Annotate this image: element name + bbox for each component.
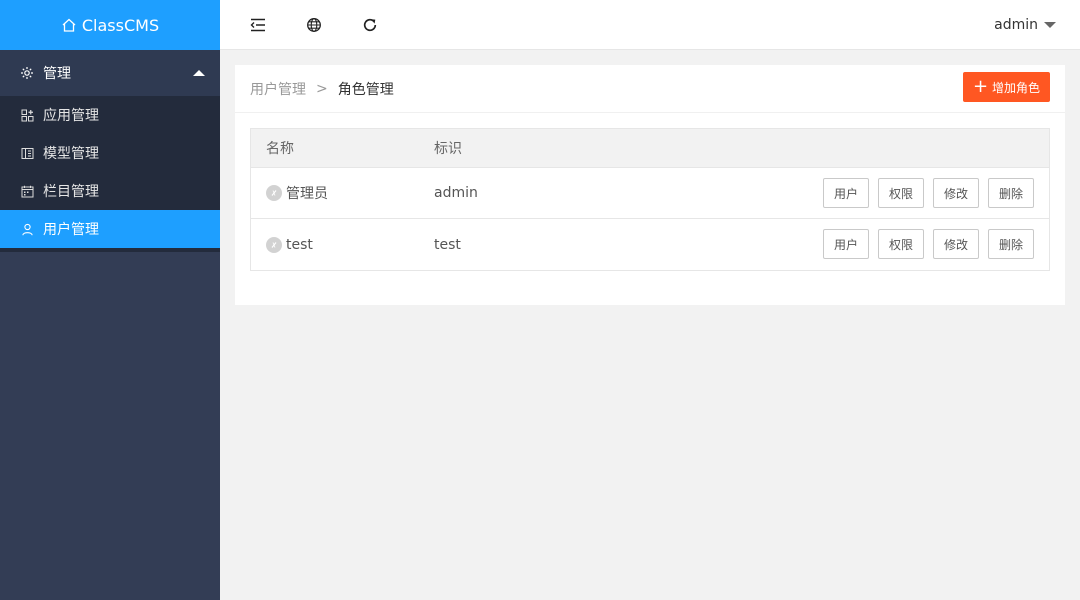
roles-table: 名称 标识 管理员 admin 用户 权限 修改 删除 test test 用户… [250, 128, 1050, 271]
sidebar-item-apps[interactable]: 应用管理 [0, 96, 220, 134]
globe-icon[interactable] [305, 16, 323, 34]
role-name: 管理员 [286, 186, 328, 202]
role-name-cell: test [251, 236, 434, 253]
row-actions: 用户 权限 修改 删除 [814, 229, 1034, 259]
calendar-icon [20, 184, 34, 198]
permissions-button[interactable]: 权限 [878, 229, 924, 259]
role-name-cell: 管理员 [251, 183, 434, 203]
gear-icon [20, 66, 34, 80]
home-icon [62, 18, 76, 32]
breadcrumb-parent[interactable]: 用户管理 [250, 79, 306, 99]
add-role-label: 增加角色 [992, 80, 1041, 95]
row-actions: 用户 权限 修改 删除 [814, 178, 1034, 208]
breadcrumb-current: 角色管理 [337, 81, 394, 98]
sidebar-item-label: 用户管理 [43, 222, 99, 238]
user-menu[interactable]: admin [994, 0, 1056, 50]
content-card: 用户管理 > 角色管理 + 增加角色 名称 标识 管理员 admin 用户 权限… [235, 65, 1065, 305]
permissions-button[interactable]: 权限 [878, 178, 924, 208]
logo[interactable]: ClassCMS [0, 0, 220, 50]
column-header-name: 名称 [266, 141, 294, 157]
sidebar-item-label: 栏目管理 [43, 184, 99, 200]
delete-button[interactable]: 删除 [988, 229, 1034, 259]
role-icon [266, 236, 282, 253]
plus-icon: + [972, 76, 989, 97]
table-header: 名称 标识 [251, 129, 1049, 168]
sidebar-item-users[interactable]: 用户管理 [0, 210, 220, 248]
sidebar-item-label: 模型管理 [43, 146, 99, 162]
table-row: 管理员 admin 用户 权限 修改 删除 [251, 168, 1049, 219]
role-id: admin [434, 185, 478, 201]
sidebar-item-models[interactable]: 模型管理 [0, 134, 220, 172]
top-header: admin [220, 0, 1080, 50]
sidebar-group-manage[interactable]: 管理 [0, 50, 220, 96]
users-button[interactable]: 用户 [823, 178, 869, 208]
sidebar-group-label: 管理 [43, 66, 71, 82]
users-button[interactable]: 用户 [823, 229, 869, 259]
model-icon [20, 146, 34, 160]
table-row: test test 用户 权限 修改 删除 [251, 219, 1049, 270]
app-title: ClassCMS [81, 15, 160, 35]
breadcrumb-separator: > [316, 80, 328, 97]
column-header-id: 标识 [434, 141, 462, 157]
apps-icon [20, 108, 34, 122]
sidebar-item-columns[interactable]: 栏目管理 [0, 172, 220, 210]
sidebar-item-label: 应用管理 [43, 108, 99, 124]
role-icon [266, 185, 282, 201]
sidebar: ClassCMS 管理 应用管理 模型管理 栏目管理 用户管理 [0, 0, 220, 600]
sidebar-submenu: 应用管理 模型管理 栏目管理 用户管理 [0, 96, 220, 252]
collapse-menu-icon[interactable] [249, 16, 267, 34]
user-icon [20, 222, 34, 236]
delete-button[interactable]: 删除 [988, 178, 1034, 208]
add-role-button[interactable]: + 增加角色 [963, 72, 1050, 102]
caret-up-icon [193, 70, 205, 76]
username: admin [994, 17, 1038, 33]
card-header: 用户管理 > 角色管理 + 增加角色 [235, 65, 1065, 113]
role-id: test [434, 236, 461, 253]
caret-down-icon [1044, 22, 1056, 28]
edit-button[interactable]: 修改 [933, 229, 979, 259]
edit-button[interactable]: 修改 [933, 178, 979, 208]
role-name: test [286, 236, 313, 253]
refresh-icon[interactable] [361, 16, 379, 34]
